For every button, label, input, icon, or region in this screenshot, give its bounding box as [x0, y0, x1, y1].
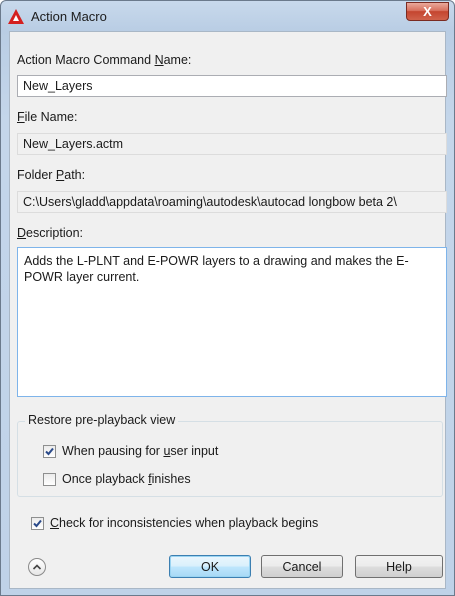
check-inconsistencies-label: Check for inconsistencies when playback … [50, 516, 319, 530]
window-title: Action Macro [31, 9, 107, 24]
check-mark-icon [33, 519, 42, 527]
ok-button[interactable]: OK [169, 555, 251, 578]
description-textarea[interactable]: Adds the L-PLNT and E-POWR layers to a d… [17, 247, 447, 397]
description-label: Description: [17, 226, 84, 240]
folder-path-field: C:\Users\gladd\appdata\roaming\autodesk\… [17, 191, 447, 213]
file-name-label: File Name: [17, 110, 78, 124]
close-button[interactable]: X [406, 2, 449, 21]
command-name-label: Action Macro Command Name: [17, 53, 192, 67]
check-inconsistencies-option[interactable]: Check for inconsistencies when playback … [31, 516, 318, 530]
command-name-input[interactable]: New_Layers [17, 75, 447, 97]
cancel-button[interactable]: Cancel [261, 555, 343, 578]
restore-view-group-title: Restore pre-playback view [25, 413, 179, 427]
when-pausing-option[interactable]: When pausing for user input [43, 444, 218, 458]
file-name-field: New_Layers.actm [17, 133, 447, 155]
once-finishes-option[interactable]: Once playback finishes [43, 472, 191, 486]
action-macro-dialog: Action Macro X Action Macro Command Name… [0, 0, 455, 596]
help-button[interactable]: Help [355, 555, 443, 578]
when-pausing-label: When pausing for user input [62, 444, 219, 458]
collapse-button[interactable] [28, 558, 46, 576]
once-finishes-checkbox[interactable] [43, 472, 56, 486]
title-bar[interactable]: Action Macro X [1, 1, 454, 31]
autocad-icon [8, 9, 24, 24]
folder-path-label: Folder Path: [17, 168, 86, 182]
when-pausing-checkbox[interactable] [43, 444, 56, 458]
check-inconsistencies-checkbox[interactable] [31, 516, 44, 530]
once-finishes-label: Once playback finishes [62, 472, 191, 486]
close-icon: X [423, 4, 432, 19]
chevron-up-icon [32, 564, 42, 570]
check-mark-icon [45, 447, 54, 455]
